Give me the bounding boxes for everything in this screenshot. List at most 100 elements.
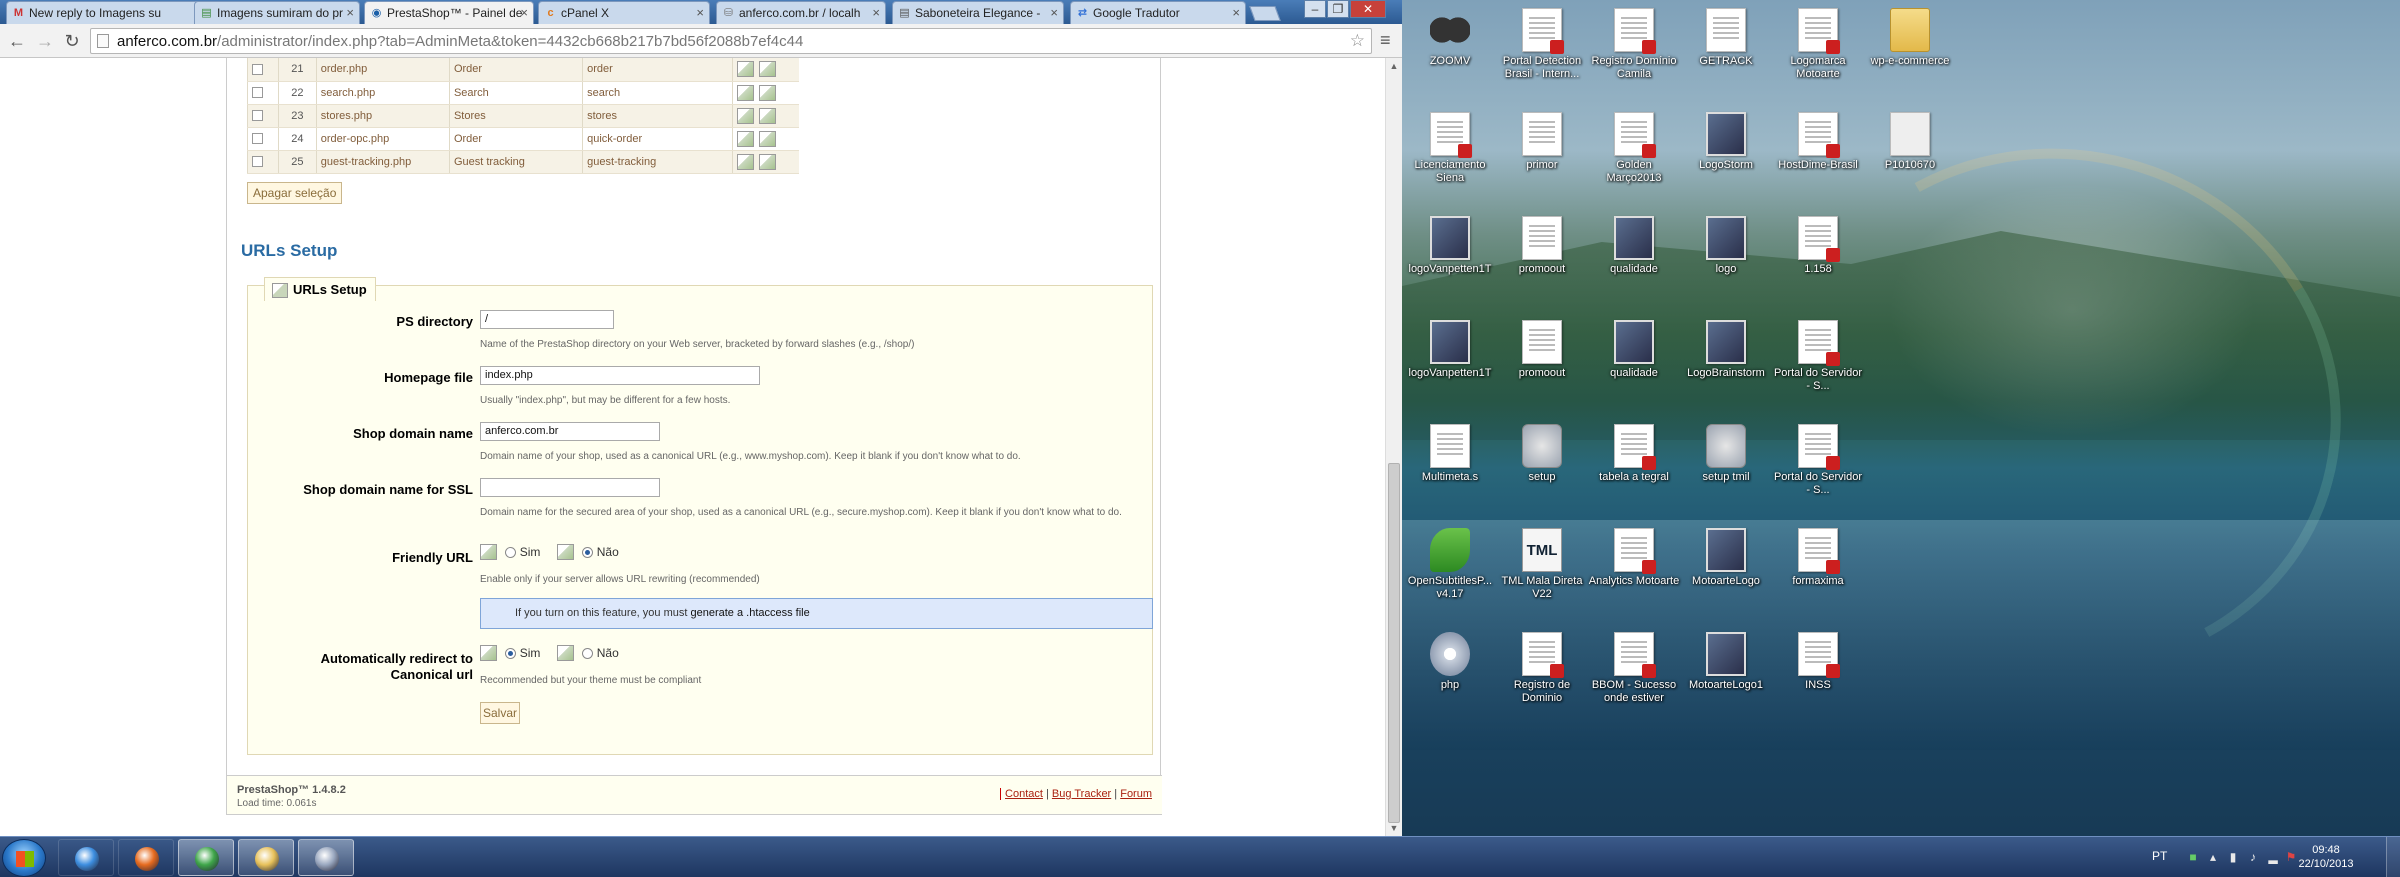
delete-selection-button[interactable]: Apagar seleção xyxy=(247,182,343,204)
canonical-no-radio[interactable] xyxy=(582,647,594,659)
save-button[interactable]: Salvar xyxy=(480,702,520,724)
desktop-icon[interactable]: Portal do Servidor - S... xyxy=(1772,320,1864,393)
volume-icon[interactable]: ♪ xyxy=(2246,850,2260,864)
desktop-icon[interactable]: logoVanpetten1T xyxy=(1404,216,1496,276)
desktop-icon[interactable]: Portal Detection Brasil - Intern... xyxy=(1496,8,1588,81)
desktop-icon[interactable]: INSS xyxy=(1772,632,1864,692)
desktop-icon[interactable]: Registro de Dominio xyxy=(1496,632,1588,705)
row-checkbox[interactable] xyxy=(252,133,263,145)
close-tab-icon[interactable]: × xyxy=(520,2,528,24)
close-tab-icon[interactable]: × xyxy=(872,2,880,24)
back-icon[interactable]: ← xyxy=(6,31,28,51)
edit-icon[interactable] xyxy=(736,84,754,101)
canonical-yes-radio[interactable] xyxy=(505,647,517,659)
desktop-icon[interactable]: HostDime-Brasil xyxy=(1772,112,1864,172)
taskbar-app[interactable] xyxy=(238,839,294,876)
desktop-icon[interactable]: OpenSubtitlesP... v4.17 xyxy=(1404,528,1496,601)
desktop-icon[interactable]: qualidade xyxy=(1588,320,1680,380)
start-button[interactable] xyxy=(2,839,46,877)
generate-htaccess-link[interactable]: generate a .htaccess file xyxy=(691,607,810,619)
desktop-icon[interactable]: wp-e-commerce xyxy=(1864,8,1956,68)
row-checkbox[interactable] xyxy=(252,156,263,168)
row-checkbox[interactable] xyxy=(252,110,263,122)
delete-icon[interactable] xyxy=(758,61,776,78)
row-checkbox[interactable] xyxy=(252,87,263,99)
shop-domain-input[interactable]: anferco.com.br xyxy=(480,422,660,441)
desktop-icon[interactable]: 1.158 xyxy=(1772,216,1864,276)
chrome-menu-icon[interactable]: ≡ xyxy=(1380,30,1398,50)
language-indicator[interactable]: PT xyxy=(2152,849,2167,863)
scroll-thumb[interactable] xyxy=(1388,463,1400,823)
desktop-icon[interactable]: Multimeta.s xyxy=(1404,424,1496,484)
desktop-icon[interactable]: qualidade xyxy=(1588,216,1680,276)
bookmark-star-icon[interactable]: ☆ xyxy=(1350,31,1365,51)
vertical-scrollbar[interactable]: ▲ ▼ xyxy=(1385,58,1402,836)
minimize-button[interactable]: – xyxy=(1304,0,1326,18)
edit-icon[interactable] xyxy=(736,153,754,170)
desktop-icon[interactable]: MotoarteLogo xyxy=(1680,528,1772,588)
contact-link[interactable]: Contact xyxy=(1005,788,1043,800)
close-tab-icon[interactable]: × xyxy=(1050,2,1058,24)
desktop-icon[interactable]: P1010670 xyxy=(1864,112,1956,172)
tab-phpmyadmin[interactable]: ⛁ anferco.com.br / localh × xyxy=(716,1,886,24)
signal-icon[interactable]: ▂ xyxy=(2266,850,2280,864)
edit-icon[interactable] xyxy=(736,130,754,147)
desktop-icon[interactable]: LogoBrainstorm xyxy=(1680,320,1772,380)
desktop-icon[interactable]: php xyxy=(1404,632,1496,692)
ps-directory-input[interactable]: / xyxy=(480,310,614,329)
tab-cpanel[interactable]: c cPanel X × xyxy=(538,1,710,24)
scroll-down-icon[interactable]: ▼ xyxy=(1386,820,1402,836)
desktop-icon[interactable]: tabela a tegral xyxy=(1588,424,1680,484)
close-tab-icon[interactable]: × xyxy=(1232,2,1240,24)
desktop-icon[interactable]: logo xyxy=(1680,216,1772,276)
delete-icon[interactable] xyxy=(758,153,776,170)
delete-icon[interactable] xyxy=(758,130,776,147)
tray-app-icon[interactable]: ■ xyxy=(2186,850,2200,864)
restore-button[interactable]: ❐ xyxy=(1327,0,1349,18)
taskbar-app[interactable] xyxy=(118,839,174,876)
desktop-icon[interactable]: ZOOMV xyxy=(1404,8,1496,68)
bug-tracker-link[interactable]: Bug Tracker xyxy=(1052,788,1111,800)
new-tab-button[interactable] xyxy=(1249,6,1281,21)
reload-icon[interactable]: ↻ xyxy=(61,31,83,51)
desktop-icon[interactable]: setup xyxy=(1496,424,1588,484)
desktop-icon[interactable]: MotoarteLogo1 xyxy=(1680,632,1772,692)
show-hidden-icons-icon[interactable]: ▴ xyxy=(2206,850,2220,864)
desktop-icon[interactable]: promoout xyxy=(1496,320,1588,380)
desktop-icon[interactable]: TML TML Mala Direta V22 xyxy=(1496,528,1588,601)
delete-icon[interactable] xyxy=(758,107,776,124)
desktop-icon[interactable]: setup tmil xyxy=(1680,424,1772,484)
row-checkbox[interactable] xyxy=(252,63,263,75)
desktop-icon[interactable]: Licenciamento Siena xyxy=(1404,112,1496,185)
desktop-icon[interactable]: Registro Domínio Camila xyxy=(1588,8,1680,81)
friendly-url-yes-radio[interactable] xyxy=(505,546,517,558)
show-desktop-button[interactable] xyxy=(2386,837,2400,877)
scroll-up-icon[interactable]: ▲ xyxy=(1386,58,1402,74)
desktop-icon[interactable]: Analytics Motoarte xyxy=(1588,528,1680,588)
forward-icon[interactable]: → xyxy=(34,31,56,51)
tab-saboneteira[interactable]: ▤ Saboneteira Elegance - × xyxy=(892,1,1064,24)
homepage-file-input[interactable]: index.php xyxy=(480,366,760,385)
desktop-icon[interactable]: BBOM - Sucesso onde estiver xyxy=(1588,632,1680,705)
shop-domain-ssl-input[interactable] xyxy=(480,478,660,497)
desktop-icon[interactable]: logoVanpetten1T xyxy=(1404,320,1496,380)
taskbar-app[interactable] xyxy=(178,839,234,876)
desktop-icon[interactable]: LogoStorm xyxy=(1680,112,1772,172)
desktop-icon[interactable]: Logomarca Motoarte xyxy=(1772,8,1864,81)
friendly-url-no-radio[interactable] xyxy=(582,546,594,558)
network-icon[interactable]: ▮ xyxy=(2226,850,2240,864)
edit-icon[interactable] xyxy=(736,61,754,78)
close-tab-icon[interactable]: × xyxy=(696,2,704,24)
desktop-icon[interactable]: GETRACK xyxy=(1680,8,1772,68)
close-tab-icon[interactable]: × xyxy=(346,2,354,24)
desktop-icon[interactable]: Golden Março2013 xyxy=(1588,112,1680,185)
tab-google-tradutor[interactable]: ⇄ Google Tradutor × xyxy=(1070,1,1246,24)
desktop-icon[interactable]: Portal do Servidor - S... xyxy=(1772,424,1864,497)
tab-prestashop[interactable]: ◉ PrestaShop™ - Painel de × xyxy=(364,1,534,24)
taskbar-app[interactable] xyxy=(298,839,354,876)
desktop-icon[interactable]: primor xyxy=(1496,112,1588,172)
clock[interactable]: 09:48 22/10/2013 xyxy=(2296,843,2356,871)
close-window-button[interactable]: ✕ xyxy=(1350,0,1386,18)
desktop-icon[interactable]: formaxima xyxy=(1772,528,1864,588)
desktop-icon[interactable]: promoout xyxy=(1496,216,1588,276)
